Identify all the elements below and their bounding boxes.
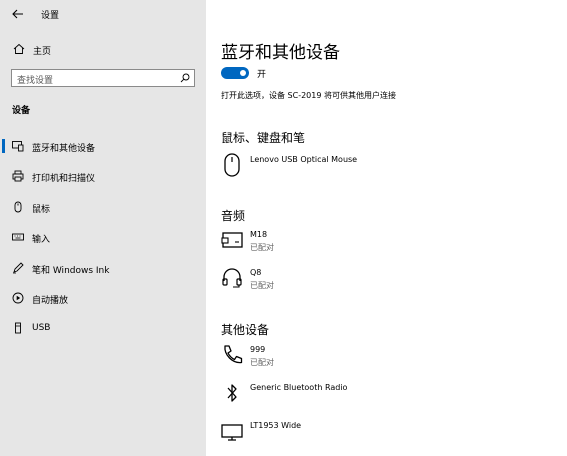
page-title: 蓝牙和其他设备 [221, 43, 340, 63]
headset-icon [222, 268, 242, 288]
sidebar-item-label: 蓝牙和其他设备 [32, 144, 96, 154]
mouse-icon [14, 201, 22, 213]
discoverable-description: 打开此选项，设备 SC-2019 将可供其他用户连接 [221, 91, 396, 100]
sidebar-item-label: 鼠标 [32, 205, 51, 215]
search-placeholder: 查找设置 [17, 76, 54, 86]
device-name: Q8 [250, 268, 262, 277]
sidebar-item-typing[interactable]: 输入 [0, 224, 206, 250]
sidebar-item-autoplay[interactable]: 自动播放 [0, 285, 206, 311]
device-name: LT1953 Wide [250, 421, 302, 430]
bluetooth-icon [227, 384, 237, 402]
device-status: 已配对 [250, 281, 274, 290]
monitor-icon [221, 424, 243, 441]
device-name: Lenovo USB Optical Mouse [250, 155, 358, 164]
bluetooth-toggle[interactable] [221, 67, 249, 79]
bluetooth-devices-icon [12, 141, 24, 152]
sidebar-item-label: USB [32, 323, 51, 333]
arrow-left-icon [12, 9, 23, 19]
group-title-other-devices: 其他设备 [221, 323, 270, 337]
device-item[interactable]: M18 已配对 [221, 228, 551, 262]
device-item[interactable]: Generic Bluetooth Radio [221, 381, 551, 415]
group-title-input-devices: 鼠标、键盘和笔 [221, 131, 306, 145]
back-button[interactable] [10, 6, 26, 22]
group-title-audio: 音频 [221, 209, 246, 223]
device-name: Generic Bluetooth Radio [250, 383, 348, 392]
usb-icon [15, 322, 21, 334]
audio-device-icon [221, 232, 243, 248]
sidebar-item-pen[interactable]: 笔和 Windows Ink [0, 255, 206, 281]
section-title-devices: 设备 [12, 106, 31, 116]
device-name: 999 [250, 345, 266, 354]
home-icon [13, 43, 25, 54]
search-input[interactable]: 查找设置 [11, 69, 195, 87]
sidebar: 设置 主页 查找设置 设备 蓝牙和其他设备 打印机和扫描仪 鼠标 输入 笔和 W… [0, 0, 206, 456]
sidebar-item-label: 打印机和扫描仪 [32, 174, 96, 184]
sidebar-item-label: 笔和 Windows Ink [32, 266, 110, 276]
sidebar-item-usb[interactable]: USB [0, 315, 206, 341]
toggle-label: 开 [257, 70, 267, 80]
home-label: 主页 [33, 47, 52, 57]
sidebar-item-label: 输入 [32, 235, 51, 245]
toggle-knob [240, 70, 246, 76]
device-name: M18 [250, 230, 268, 239]
sidebar-item-label: 自动播放 [32, 296, 69, 306]
keyboard-icon [12, 233, 24, 241]
window-title: 设置 [41, 11, 60, 21]
device-item[interactable]: LT1953 Wide [221, 419, 551, 453]
search-icon[interactable] [180, 73, 190, 83]
device-item[interactable]: Lenovo USB Optical Mouse [221, 153, 551, 187]
autoplay-icon [12, 292, 24, 304]
printer-icon [12, 170, 24, 182]
device-status: 已配对 [250, 243, 274, 252]
sidebar-item-bluetooth[interactable]: 蓝牙和其他设备 [0, 133, 206, 159]
device-item[interactable]: 999 已配对 [221, 343, 551, 377]
selection-indicator [2, 139, 5, 153]
sidebar-item-printers[interactable]: 打印机和扫描仪 [0, 163, 206, 189]
device-item[interactable]: Q8 已配对 [221, 266, 551, 300]
content-pane: 蓝牙和其他设备 开 打开此选项，设备 SC-2019 将可供其他用户连接 鼠标、… [206, 0, 567, 456]
sidebar-item-mouse[interactable]: 鼠标 [0, 194, 206, 220]
device-status: 已配对 [250, 358, 274, 367]
title-bar: 设置 [0, 0, 206, 28]
pen-icon [13, 262, 24, 274]
mouse-icon [224, 153, 240, 177]
phone-icon [224, 345, 243, 364]
